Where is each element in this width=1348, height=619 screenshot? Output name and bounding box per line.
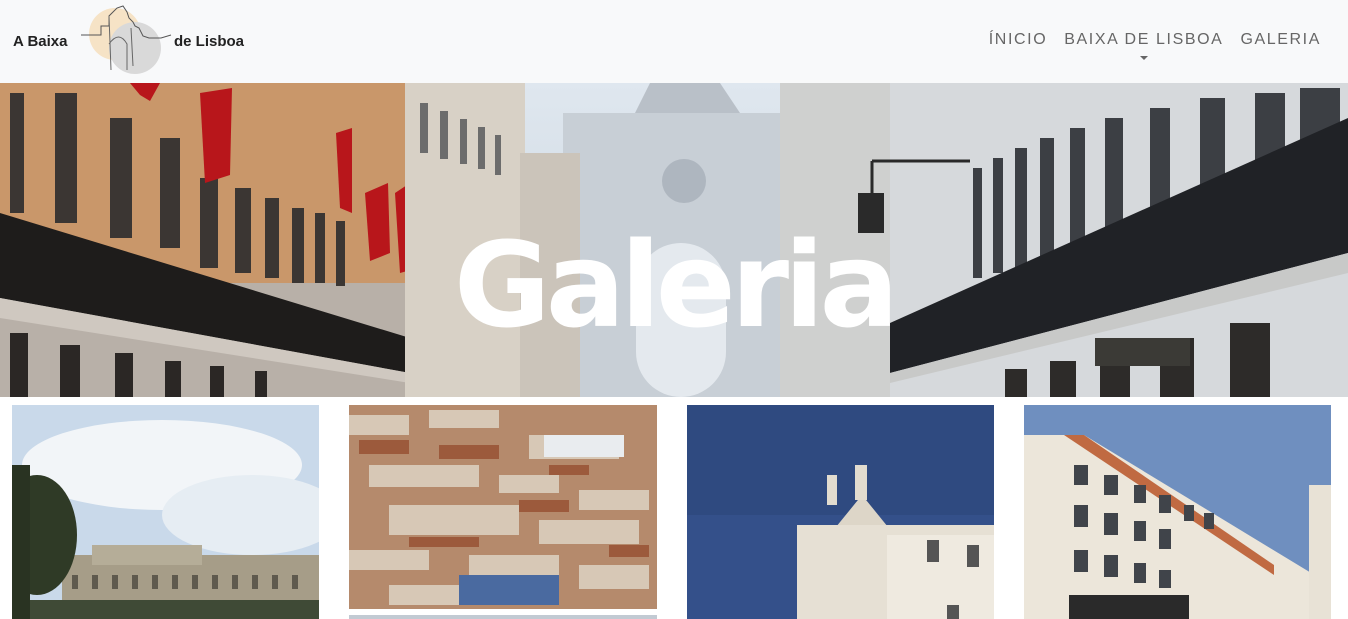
- hero-banner: Galeria: [0, 83, 1348, 397]
- gallery-image-building: [1024, 405, 1331, 619]
- navbar: A Baixa de Lisboa ÍNICIO BAIXA DE LISBOA…: [0, 0, 1348, 83]
- nav-menu: ÍNICIO BAIXA DE LISBOA GALERIA: [989, 31, 1321, 60]
- brand-logo-icon: [81, 5, 172, 74]
- brand-logo-link[interactable]: A Baixa de Lisboa: [13, 4, 253, 78]
- gallery-thumbnail[interactable]: [1024, 405, 1331, 619]
- gallery-image-praca: [12, 405, 319, 619]
- brand-text-right: de Lisboa: [174, 33, 245, 50]
- brand-text-left: A Baixa: [13, 33, 68, 50]
- caret-down-icon: [1139, 56, 1148, 60]
- gallery-image-aerial: [349, 405, 657, 619]
- hero-title: Galeria: [453, 216, 899, 354]
- nav-link-baixa-label: BAIXA DE LISBOA: [1064, 31, 1224, 48]
- gallery-thumbnail[interactable]: [12, 405, 319, 619]
- nav-link-inicio[interactable]: ÍNICIO: [989, 31, 1048, 49]
- gallery-thumbnail[interactable]: [687, 405, 994, 619]
- nav-link-baixa-de-lisboa[interactable]: BAIXA DE LISBOA: [1064, 31, 1224, 60]
- gallery-thumbnail[interactable]: [349, 405, 657, 619]
- gallery-image-church: [687, 405, 994, 619]
- nav-link-galeria[interactable]: GALERIA: [1240, 31, 1321, 49]
- gallery-grid: [0, 405, 1348, 619]
